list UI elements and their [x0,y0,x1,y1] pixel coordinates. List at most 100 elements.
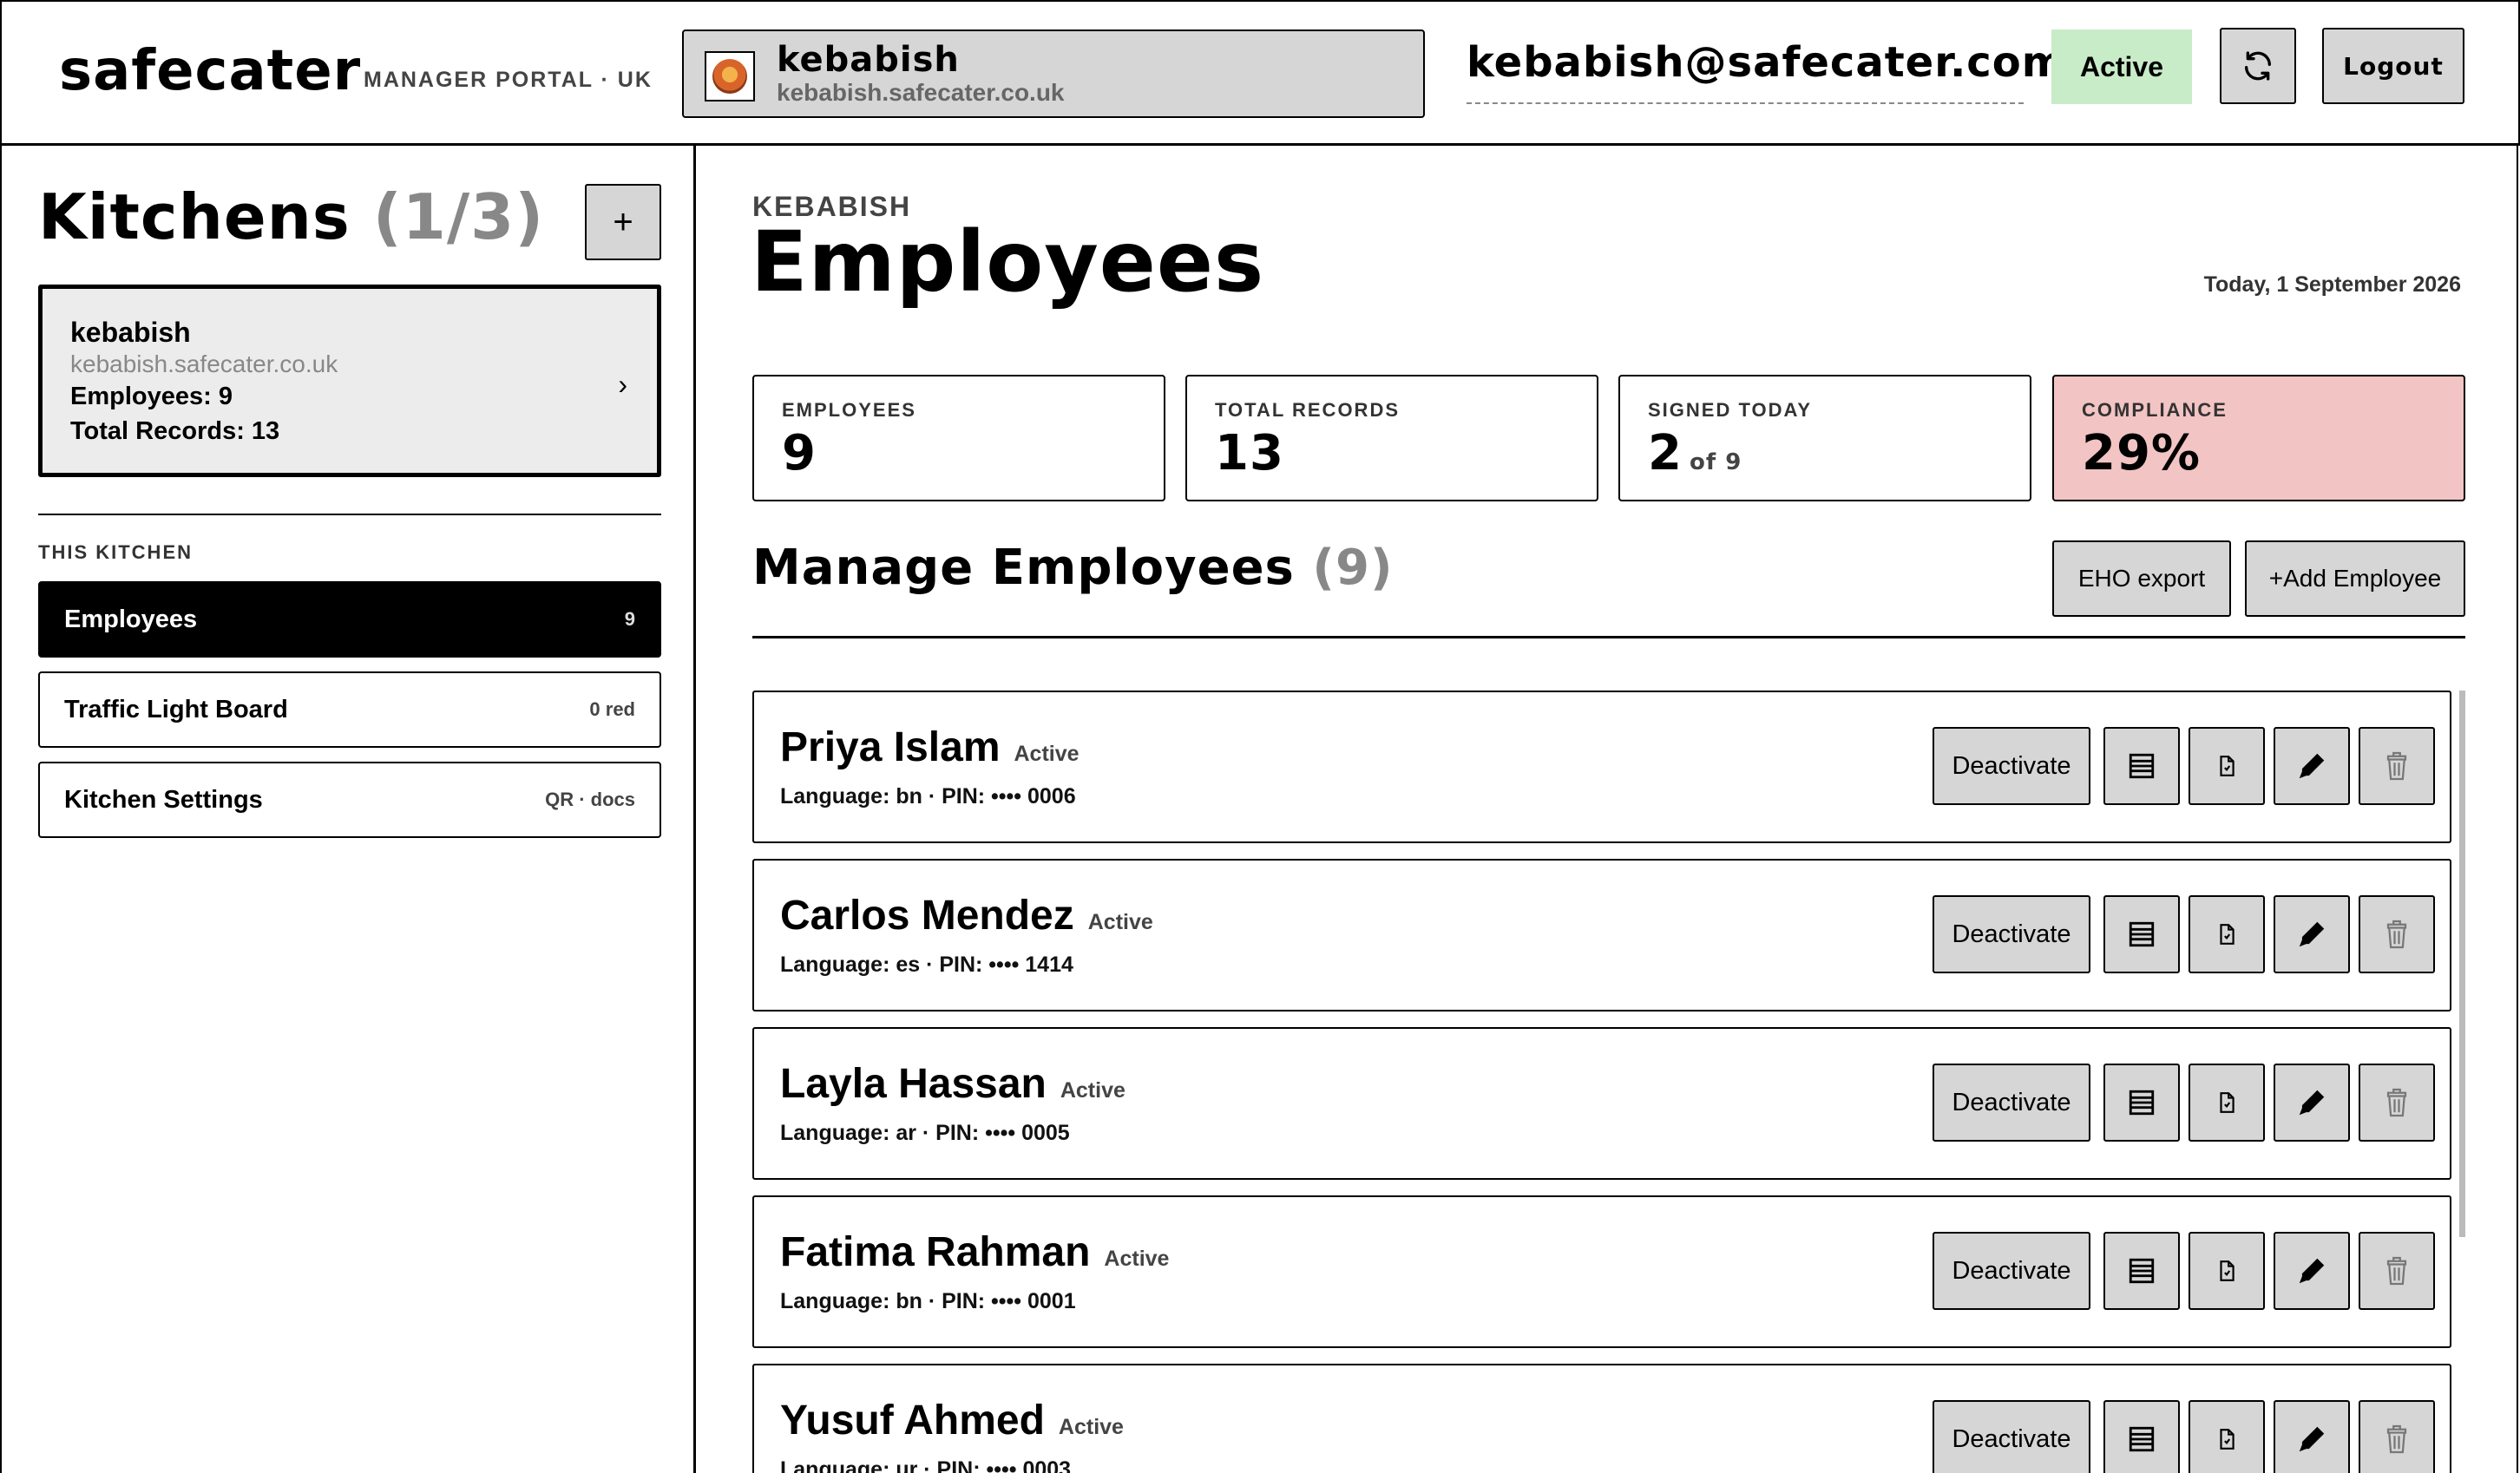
restaurant-logo-icon [705,51,755,101]
records-button[interactable] [2103,727,2180,805]
employee-name-line: Layla Hassan Active [780,1060,1125,1108]
deactivate-button[interactable]: Deactivate [1933,1232,2090,1310]
stat-value: 9 [782,425,817,481]
user-email[interactable]: kebabish@safecater.com [1467,33,2065,104]
stat-suffix: of 9 [1689,449,1742,475]
manage-title: Manage Employees [752,540,1295,596]
deactivate-button[interactable]: Deactivate [1933,1400,2090,1473]
tenant-domain: kebabish.safecater.co.uk [777,79,1065,106]
employee-meta: Language: ar · PIN: •••• 0005 [780,1121,1070,1145]
tenant-switcher[interactable]: kebabish kebabish.safecater.co.uk [682,29,1425,118]
employee-status: Active [1058,1415,1124,1439]
pencil-icon [2299,753,2325,779]
records-button[interactable] [2103,1232,2180,1310]
pencil-icon [2299,1258,2325,1284]
sidebar-item-kitchen-settings[interactable]: Kitchen Settings QR · docs [38,762,661,838]
sidebar-item-meta: QR · docs [545,789,635,810]
logout-button[interactable]: Logout [2322,28,2464,104]
stat-card-employees: EMPLOYEES 9 [752,375,1165,501]
kitchen-employee-count: Employees: 9 [70,383,233,410]
edit-button[interactable] [2274,895,2350,973]
stat-label: SIGNED TODAY [1648,399,1813,421]
edit-button[interactable] [2274,727,2350,805]
eho-export-button[interactable]: EHO export [2052,540,2231,617]
list-icon [2129,753,2155,779]
kitchen-record-count: Total Records: 13 [70,417,280,445]
pencil-icon [2299,1426,2325,1452]
employee-list[interactable]: Priya Islam Active Language: bn · PIN: ••… [752,691,2465,1473]
stat-value: 13 [1215,425,1284,481]
deactivate-button[interactable]: Deactivate [1933,895,2090,973]
sidebar: Kitchens (1/3) + kebabish kebabish.safec… [0,146,696,1473]
stat-label: EMPLOYEES [782,399,916,421]
document-button[interactable] [2189,727,2265,805]
stat-value: 29% [2082,425,2202,481]
app-logo[interactable]: safecater [59,36,361,106]
account-status-badge: Active [2051,29,2192,104]
sidebar-item-traffic-light-board[interactable]: Traffic Light Board 0 red [38,671,661,748]
chevron-right-icon: › [618,369,627,400]
kitchen-card-kebabish[interactable]: kebabish kebabish.safecater.co.uk Employ… [38,285,661,477]
delete-button[interactable] [2359,1400,2435,1473]
scrollbar[interactable] [2459,691,2465,1237]
edit-button[interactable] [2274,1400,2350,1473]
deactivate-button[interactable]: Deactivate [1933,1064,2090,1142]
add-kitchen-button[interactable]: + [585,184,661,260]
main-content: KEBABISH Employees Today, 1 September 20… [699,146,2518,1473]
employee-name-line: Yusuf Ahmed Active [780,1397,1124,1444]
delete-button[interactable] [2359,1064,2435,1142]
document-button[interactable] [2189,1064,2265,1142]
list-icon [2129,1090,2155,1116]
refresh-button[interactable] [2220,28,2296,104]
kitchens-heading: Kitchens (1/3) [38,180,544,253]
document-icon [2220,756,2235,776]
list-icon [2129,921,2155,947]
kitchen-domain: kebabish.safecater.co.uk [70,350,338,377]
records-button[interactable] [2103,1064,2180,1142]
employee-name-line: Fatima Rahman Active [780,1228,1169,1276]
employee-name: Layla Hassan [780,1061,1047,1107]
deactivate-button[interactable]: Deactivate [1933,727,2090,805]
portal-subtitle: MANAGER PORTAL · UK [364,68,653,92]
stat-card-compliance: COMPLIANCE 29% [2052,375,2465,501]
document-button[interactable] [2189,895,2265,973]
document-button[interactable] [2189,1400,2265,1473]
employee-name-line: Priya Islam Active [780,723,1080,771]
page-title: Employees [751,213,1265,311]
delete-button[interactable] [2359,727,2435,805]
stat-label: TOTAL RECORDS [1215,399,1401,421]
date-text: Today, 1 September 2026 [2203,272,2461,297]
section-label-this-kitchen: THIS KITCHEN [38,541,193,563]
sidebar-item-employees[interactable]: Employees 9 [38,581,661,658]
stat-value: 2 of 9 [1648,425,1742,481]
employee-status: Active [1060,1078,1125,1103]
top-bar: safecater MANAGER PORTAL · UK kebabish k… [0,0,2520,146]
kitchen-name: kebabish [70,317,191,348]
kitchens-count: (1/3) [372,180,545,253]
sidebar-item-meta: 0 red [589,698,635,720]
delete-button[interactable] [2359,1232,2435,1310]
employee-name: Yusuf Ahmed [780,1398,1045,1444]
trash-icon [2386,1424,2407,1454]
delete-button[interactable] [2359,895,2435,973]
sidebar-item-label: Kitchen Settings [64,785,263,814]
trash-icon [2386,751,2407,781]
list-icon [2129,1426,2155,1452]
document-button[interactable] [2189,1232,2265,1310]
employee-row: Fatima Rahman Active Language: bn · PIN: … [752,1195,2451,1348]
manage-employees-heading: Manage Employees (9) [752,540,1394,596]
tenant-name: kebabish [777,40,960,80]
employee-row: Priya Islam Active Language: bn · PIN: ••… [752,691,2451,843]
pencil-icon [2299,921,2325,947]
records-button[interactable] [2103,1400,2180,1473]
stat-card-total-records: TOTAL RECORDS 13 [1185,375,1598,501]
add-employee-button[interactable]: +Add Employee [2245,540,2465,617]
edit-button[interactable] [2274,1232,2350,1310]
employee-row: Layla Hassan Active Language: ar · PIN: •… [752,1027,2451,1180]
employee-meta: Language: bn · PIN: •••• 0001 [780,1289,1076,1313]
trash-icon [2386,1256,2407,1286]
stat-label: COMPLIANCE [2082,399,2228,421]
edit-button[interactable] [2274,1064,2350,1142]
records-button[interactable] [2103,895,2180,973]
employee-status: Active [1104,1247,1170,1271]
